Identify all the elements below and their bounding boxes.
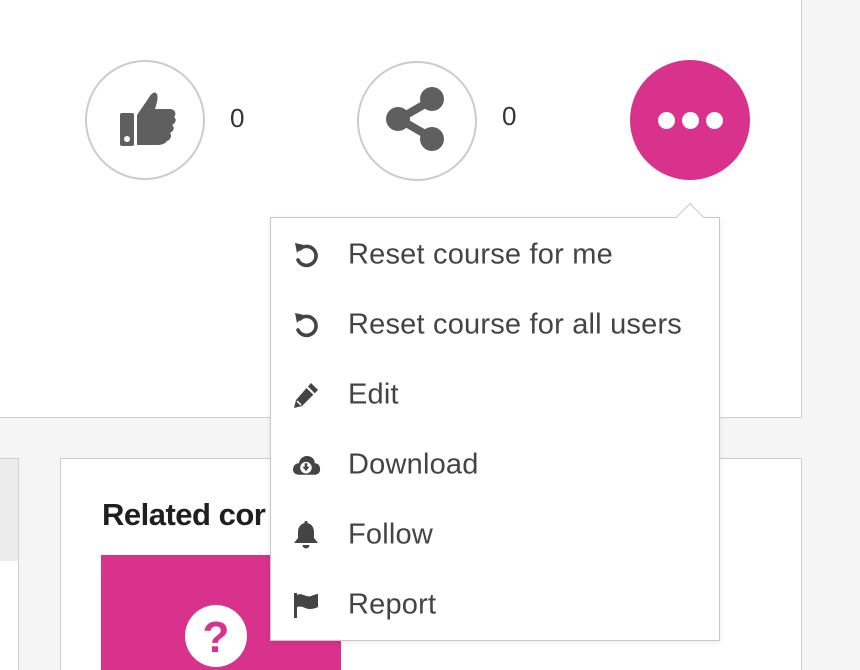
share-icon: [382, 84, 452, 159]
menu-item-edit[interactable]: Edit: [271, 360, 719, 430]
menu-item-label: Reset course for all users: [348, 308, 682, 341]
share-count: 0: [502, 101, 517, 131]
menu-item-label: Edit: [348, 378, 399, 411]
left-panel-card: [0, 458, 19, 670]
related-courses-title: Related cor: [102, 497, 266, 532]
reset-icon: [291, 310, 321, 340]
menu-item-label: Reset course for me: [348, 238, 613, 271]
menu-item-report[interactable]: Report: [271, 570, 719, 640]
more-options-button[interactable]: [630, 60, 750, 180]
menu-item-label: Follow: [348, 518, 433, 551]
question-icon: ?: [185, 605, 247, 667]
cloud-download-icon: [291, 450, 321, 480]
more-dot: [705, 111, 723, 129]
menu-item-follow[interactable]: Follow: [271, 500, 719, 570]
menu-item-label: Report: [348, 588, 437, 621]
more-options-menu: Reset course for me Reset course for all…: [270, 217, 720, 641]
like-count: 0: [230, 103, 245, 133]
pencil-icon: [291, 380, 321, 410]
menu-item-label: Download: [348, 448, 479, 481]
share-button[interactable]: [357, 61, 477, 181]
like-button[interactable]: [85, 60, 205, 180]
thumbs-up-icon: [110, 83, 180, 158]
left-panel-strip: [0, 459, 18, 561]
svg-text:?: ?: [203, 613, 230, 662]
menu-item-reset-for-all[interactable]: Reset course for all users: [271, 290, 719, 360]
more-dot: [681, 111, 699, 129]
bell-icon: [291, 520, 321, 550]
flag-icon: [291, 590, 321, 620]
more-dot: [657, 111, 675, 129]
menu-item-download[interactable]: Download: [271, 430, 719, 500]
menu-item-reset-for-me[interactable]: Reset course for me: [271, 220, 719, 290]
reset-icon: [291, 240, 321, 270]
